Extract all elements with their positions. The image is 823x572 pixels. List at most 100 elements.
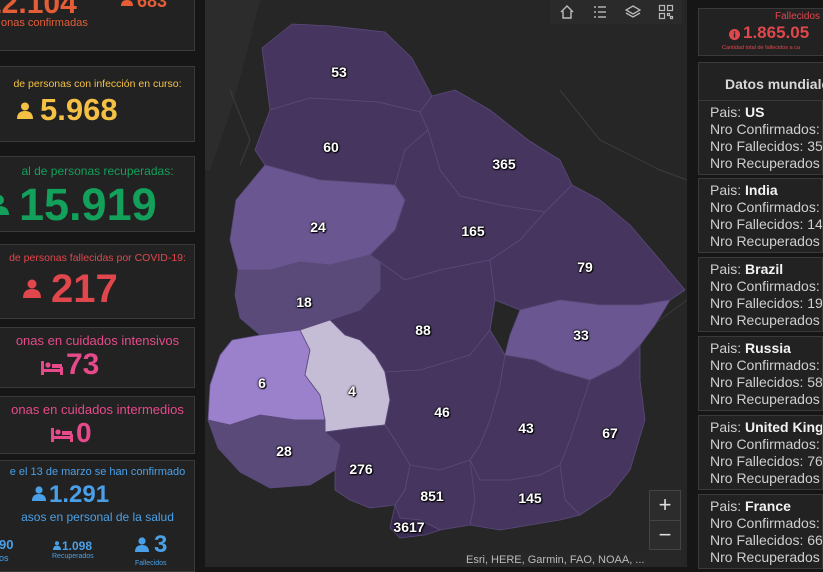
country-deaths: 66	[807, 532, 823, 548]
recovered-value: 15.919	[19, 179, 157, 230]
country-card-united-kingdom[interactable]: Pais: United Kingo Nro Confirmados: Nro …	[698, 415, 823, 490]
recovered-field-label: Nro Recuperados	[710, 549, 820, 565]
confirmed-field-label: Nro Confirmados:	[710, 515, 820, 531]
country-name: India	[745, 182, 778, 198]
health-staff-label: e el 13 de marzo se han confirmado	[9, 466, 186, 478]
layers-button[interactable]	[616, 0, 649, 24]
confirmed-field-label: Nro Confirmados:	[710, 121, 820, 137]
country-field-label: Pais:	[710, 498, 742, 514]
region-label: 67	[602, 425, 618, 441]
person-icon	[121, 0, 133, 6]
staff-active-value: 90	[0, 537, 14, 552]
deaths-field-label: Nro Fallecidos:	[710, 453, 804, 469]
confirmed-field-label: Nro Confirmados:	[710, 357, 820, 373]
icu-value: 73	[66, 348, 100, 381]
intermediate-value: 0	[76, 417, 92, 448]
deaths-field-label: Nro Fallecidos:	[710, 374, 804, 390]
country-deaths: 76	[807, 453, 823, 469]
health-staff-sub: asos en personal de la salud	[21, 510, 174, 524]
country-name: US	[745, 104, 765, 120]
country-card-france[interactable]: Pais: France Nro Confirmados: Nro Fallec…	[698, 494, 823, 569]
world-deaths-card: Fallecidos e 1.865.05 Cantidad total de …	[698, 8, 823, 56]
deaths-field-label: Nro Fallecidos:	[710, 138, 804, 154]
country-card-russia[interactable]: Pais: Russia Nro Confirmados: Nro Fallec…	[698, 336, 823, 411]
confirmed-field-label: Nro Confirmados:	[710, 278, 820, 294]
zoom-out-button[interactable]: −	[650, 521, 680, 550]
world-deaths-sub: Cantidad total de fallecidos a ca	[722, 45, 800, 51]
staff-deaths-label: Fallecidos	[135, 560, 167, 567]
region-colonia	[207, 414, 341, 489]
bed-icon	[41, 361, 63, 375]
recovered-field-label: Nro Recuperados	[710, 470, 820, 486]
home-icon	[560, 5, 573, 19]
qr-icon	[658, 4, 673, 20]
layers-icon	[624, 5, 641, 18]
confirmed-card: 22.104 683 onas confirmadas	[0, 0, 195, 51]
country-name: Brazil	[745, 261, 784, 277]
region-label: 88	[415, 322, 431, 338]
active-label: de personas con infección en curso:	[13, 78, 182, 90]
active-value: 5.968	[40, 92, 118, 127]
home-button[interactable]	[550, 0, 583, 24]
region-label: 18	[296, 294, 312, 310]
staff-recovered-value: 1.098	[62, 539, 93, 553]
zoom-in-button[interactable]: +	[650, 491, 680, 521]
region-label: 79	[577, 259, 593, 275]
country-card-brazil[interactable]: Pais: Brazil Nro Confirmados: Nro Fallec…	[698, 257, 823, 332]
person-icon	[0, 195, 9, 215]
deaths-field-label: Nro Fallecidos:	[710, 295, 804, 311]
recovered-card: al de personas recuperadas: 15.919	[0, 156, 195, 232]
region-label: 145	[518, 490, 542, 506]
health-staff-value: 1.291	[49, 481, 110, 508]
active-card: de personas con infección en curso: 5.96…	[0, 66, 195, 142]
intermediate-card: onas en cuidados intermedios 0	[0, 396, 195, 454]
map-view[interactable]: + − Esri, HERE, Garmin, FAO, NOAA, ...	[205, 0, 687, 567]
confirmed-aside: 683	[137, 0, 168, 11]
recovered-field-label: Nro Recuperados	[710, 233, 820, 249]
health-staff-card: e el 13 de marzo se han confirmado 1.291…	[0, 460, 195, 572]
icu-card: onas en cuidados intensivos 73	[0, 327, 195, 388]
country-card-india[interactable]: Pais: India Nro Confirmados: Nro Falleci…	[698, 178, 823, 253]
region-label: 60	[323, 139, 339, 155]
map-attribution[interactable]: Esri, HERE, Garmin, FAO, NOAA, ...	[462, 553, 682, 567]
region-label: 24	[310, 219, 326, 235]
recovered-field-label: Nro Recuperados	[710, 312, 820, 328]
deaths-value: 217	[51, 267, 118, 311]
country-deaths: 58	[807, 374, 823, 390]
world-title-bar: Datos mundiale	[698, 62, 823, 102]
person-icon	[135, 537, 149, 552]
staff-active-label: os	[0, 553, 9, 563]
info-icon	[729, 29, 740, 40]
deaths-label: de personas fallecidas por COVID-19:	[9, 252, 186, 264]
country-field-label: Pais:	[710, 340, 742, 356]
country-field-label: Pais:	[710, 419, 742, 435]
region-label: 53	[331, 64, 347, 80]
bed-icon	[51, 428, 73, 442]
region-label: 4	[348, 383, 356, 399]
deaths-field-label: Nro Fallecidos:	[710, 216, 804, 232]
recovered-field-label: Nro Recuperados	[710, 155, 820, 171]
country-field-label: Pais:	[710, 182, 742, 198]
person-icon	[53, 541, 61, 550]
staff-recovered-label: Recuperados	[52, 553, 94, 560]
country-field-label: Pais:	[710, 104, 742, 120]
region-label: 33	[573, 327, 589, 343]
legend-button[interactable]	[583, 0, 616, 24]
region-label: 851	[420, 488, 444, 504]
basemap-button[interactable]	[649, 0, 682, 24]
country-name: United Kingo	[745, 419, 823, 435]
region-label: 43	[518, 420, 534, 436]
country-name: Russia	[745, 340, 791, 356]
country-deaths: 35	[807, 138, 823, 154]
confirmed-label: onas confirmadas	[1, 17, 88, 29]
region-label: 3617	[393, 519, 425, 535]
country-deaths: 19	[807, 295, 823, 311]
world-deaths-value: 1.865.05	[743, 23, 810, 42]
country-name: France	[745, 498, 791, 514]
list-icon	[593, 6, 606, 18]
country-card-us[interactable]: Pais: US Nro Confirmados: Nro Fallecidos…	[698, 100, 823, 175]
uruguay-map	[205, 0, 687, 539]
person-icon	[32, 486, 46, 501]
deaths-field-label: Nro Fallecidos:	[710, 532, 804, 548]
person-icon	[17, 102, 33, 119]
